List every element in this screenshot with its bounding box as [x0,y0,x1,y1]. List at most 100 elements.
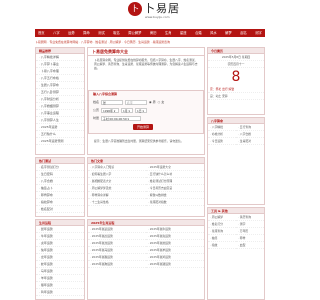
zodiac-link[interactable]: · 2025年属牛运势 [146,226,204,233]
sidebar-link[interactable]: · 八字精批详解 [36,54,84,61]
sidebar-link[interactable]: · 卜易八字命理 [36,68,84,75]
nav-item[interactable]: 星座 [180,31,187,35]
nav-item[interactable]: 首页 [38,31,45,35]
submit-button[interactable]: 开始测算 [133,124,154,130]
nav-item[interactable]: 黄历 [150,31,157,35]
tool-link[interactable]: · 周公解梦 [208,214,236,221]
sidebar-link[interactable]: · 五行八卦测算 [36,89,84,96]
nav-item[interactable]: 周公解梦 [128,31,141,35]
tool-link[interactable]: · 称骨 [236,235,264,242]
month-select[interactable]: 1月 ▾ [121,108,134,113]
nav-item[interactable]: 算命 [83,31,90,35]
news-link[interactable]: · 八字算命入门知识 [88,164,146,171]
sidebar-link[interactable]: · 生辰八字算命 [36,82,84,89]
tool-link[interactable]: · 抽签 [208,235,236,242]
news-link[interactable]: · 称骨算命详解 [88,192,146,199]
calendar-yi: 宜：祭祀 出行 嫁娶 [208,86,264,93]
zodiac-link[interactable]: · 2025年属猪运势 [146,261,204,268]
zodiac-link[interactable]: · 2025年属猴运势 [88,254,146,261]
nav-item[interactable]: 八字 [53,31,60,35]
sidebar-link[interactable]: · 猴年运势 [36,282,84,289]
news-link[interactable]: · 五行缺什么怎么补 [146,171,204,178]
zodiac-link[interactable]: · 2025年属鸡运势 [146,254,204,261]
sidebar-link[interactable]: · 马年运势 [36,268,84,275]
zodiac-link[interactable]: · 2025年属羊运势 [146,247,204,254]
surname-input[interactable]: 张 [101,100,124,105]
tool-link[interactable]: · 八字合婚 [236,131,264,138]
nav-item[interactable]: 起名 [240,31,247,35]
tool-link[interactable]: · 生肖配对 [236,138,264,145]
givenname-input[interactable]: 名字 [125,100,148,105]
zodiac-link[interactable]: · 2025年属虎运势 [88,233,146,240]
sidebar-link[interactable]: · 蛇年运势 [36,261,84,268]
sidebar-link[interactable]: · 牛年运势 [36,233,84,240]
sidebar-link[interactable]: · 2025年运势预测 [36,138,84,145]
nav-item[interactable]: 风水 [210,31,217,35]
sidebar-link[interactable]: · 五行缺什么 [36,131,84,138]
tool-link[interactable]: · 姓名打分 [208,221,236,228]
nav-item[interactable]: 运势 [68,31,75,35]
right-tools-box: 工具 & 其他 · 周公解梦 · 黄历查询 · 姓名打分 · 测字 · 星座查询 · 万年… [207,207,265,300]
sidebar-link[interactable]: · 名字测试打分 [36,164,84,171]
sidebar-link[interactable]: · 兔年运势 [36,247,84,254]
zodiac-link[interactable]: · 2025年属龙运势 [88,240,146,247]
zodiac-link[interactable]: · 2025年属马运势 [88,247,146,254]
tool-link[interactable]: · 星座查询 [208,228,236,235]
news-link[interactable]: · 十二生肖性格 [88,199,146,206]
sidebar-link[interactable]: · 羊年运势 [36,275,84,282]
news-link[interactable]: · 今日黄历吉凶宜忌 [146,185,204,192]
news-link[interactable]: · 2025年运势大全 [146,164,204,171]
year-select[interactable]: 1990年 ▾ [101,108,120,113]
sidebar-link[interactable]: · 称骨算命 [36,192,84,199]
sidebar-link[interactable]: · 八字财运分析 [36,96,84,103]
tool-link[interactable]: · 命格分析 [208,131,236,138]
sidebar-link[interactable]: · 八字五行命格 [36,75,84,82]
gender-female-radio[interactable]: ○ 女 [158,100,165,105]
sidebar-link[interactable]: · 鸡年运势 [36,289,84,296]
sidebar-link[interactable]: · 生日密码 [36,171,84,178]
tool-link[interactable]: · 五行查询 [236,124,264,131]
nav-item[interactable]: 合婚 [195,31,202,35]
nav-item[interactable]: 测字 [255,31,262,35]
form-title: 输入八字综合测算 [93,92,118,96]
news-link[interactable]: · 周公解梦梦见蛇 [88,185,146,192]
sidebar-link[interactable]: · 八字测算人生 [36,117,84,124]
sidebar-link[interactable]: · 八字合婚 [36,178,84,185]
nav-item[interactable]: 取名 [113,31,120,35]
sidebar-link[interactable]: · 龙年运势 [36,254,84,261]
tool-link[interactable]: · 八字精批 [208,124,236,131]
sidebar-link[interactable]: · 姓名配对 [36,206,84,213]
zodiac-link[interactable]: · 2025年属狗运势 [88,261,146,268]
news-link[interactable]: · 如何看生辰八字 [88,171,146,178]
tool-link[interactable]: · 测字 [236,221,264,228]
zodiac-link[interactable]: · 2025年属兔运势 [146,233,204,240]
sidebar-link[interactable]: · 八字事业运程 [36,110,84,117]
left-zodiac-list: · 鼠年运势 · 牛年运势 · 虎年运势 · 兔年运势 · 龙年运势 · 蛇年运势 · 马年… [36,226,84,296]
tool-link[interactable]: · 今日运势 [208,138,236,145]
sidebar-link[interactable]: · 鼠年运势 [36,226,84,233]
news-link[interactable]: · 姓名测试打分原理 [146,178,204,185]
birth-label: 公历 [93,107,100,112]
news-link[interactable]: · 属相婚配表大全 [88,178,146,185]
tool-link[interactable]: · 万年历 [236,228,264,235]
gender-male-radio[interactable]: ◉ 男 [149,100,156,105]
nav-item[interactable]: 测试 [98,31,105,35]
nav-item[interactable]: 生肖 [165,31,172,35]
tool-link[interactable]: · 血型 [236,242,264,249]
site-logo[interactable]: 卜 卜易居 www.buyiju.com [128,2,179,26]
nav-item[interactable]: 解梦 [225,31,232,35]
day-select[interactable]: 1日 ▾ [135,108,148,113]
sidebar-link[interactable]: · 指纹算命 [36,199,84,206]
sidebar-link[interactable]: · 八字算卜事业 [36,61,84,68]
sidebar-link[interactable]: · 八字婚姻测算 [36,103,84,110]
hour-select[interactable]: 子时 00:00-00:59 ▾ [101,116,142,121]
sidebar-link[interactable]: · 2025年运势 [36,124,84,131]
news-link[interactable]: · 紫微斗数排盘 [146,192,204,199]
sidebar-link[interactable]: · 抽签占卜 [36,185,84,192]
tool-link[interactable]: · 黄历查询 [236,214,264,221]
zodiac-link[interactable]: · 2025年属鼠运势 [88,226,146,233]
zodiac-link[interactable]: · 2025年属蛇运势 [146,240,204,247]
news-link[interactable]: · 星座配对指数 [146,199,204,206]
tool-link[interactable]: · 指纹 [208,242,236,249]
sidebar-link[interactable]: · 虎年运势 [36,240,84,247]
